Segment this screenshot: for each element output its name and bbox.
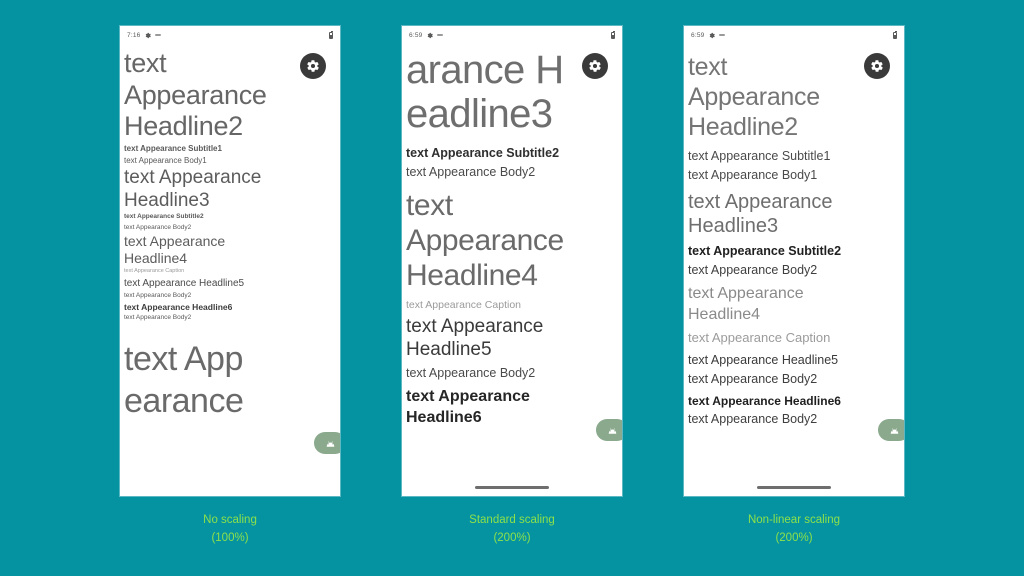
line-headline4: Headline4 xyxy=(406,258,538,292)
android-fab-button[interactable] xyxy=(596,419,622,441)
line-caption: text Appearance Caption xyxy=(406,298,521,311)
phone-screen-1: 7:16 text Appearance Headline2 text Appe… xyxy=(120,26,340,496)
line-headline5: Headline5 xyxy=(406,338,492,360)
panel-non-linear-scaling: 6:59 text Appearance Headline2 text Appe… xyxy=(684,26,904,548)
gear-icon xyxy=(710,32,716,38)
panel-standard-scaling: 6:59 arance H eadline3 text Appearance S… xyxy=(402,26,622,548)
settings-fab-button[interactable] xyxy=(864,53,890,79)
line-headline4: text Appearance xyxy=(688,284,804,302)
gear-icon xyxy=(589,60,601,72)
text-lines-3: text Appearance Headline2 text Appearanc… xyxy=(688,52,904,429)
battery-icon xyxy=(893,30,897,39)
gesture-bar[interactable] xyxy=(475,486,549,489)
caption-title: Non-linear scaling xyxy=(747,514,841,526)
line-headline6: text Appearance xyxy=(406,387,530,405)
line-headline3: eadline3 xyxy=(406,92,553,136)
line-headline1: text App xyxy=(124,339,243,378)
caption-title: No scaling xyxy=(203,514,257,526)
line-body2: text Appearance Body2 xyxy=(124,223,192,231)
line-subtitle1: text Appearance Subtitle1 xyxy=(124,143,222,153)
text-preview-list-1[interactable]: text Appearance Headline2 text Appearanc… xyxy=(120,44,340,496)
line-headline3: Headline3 xyxy=(688,214,779,237)
android-icon xyxy=(890,427,898,434)
gear-icon xyxy=(146,32,152,38)
text-lines-2: arance H eadline3 text Appearance Subtit… xyxy=(406,48,622,428)
line-body2: text Appearance Body2 xyxy=(688,412,818,427)
text-preview-list-3[interactable]: text Appearance Headline2 text Appearanc… xyxy=(684,44,904,496)
line-headline6: text Appearance Headline6 xyxy=(124,302,233,313)
text-lines-1: text Appearance Headline2 text Appearanc… xyxy=(124,48,340,423)
line-body2: text Appearance Body2 xyxy=(124,314,192,322)
status-time: 6:59 xyxy=(691,31,705,39)
settings-fab-button[interactable] xyxy=(582,53,608,79)
line-headline2: Appearance xyxy=(688,83,820,111)
battery-icon xyxy=(611,30,615,39)
line-headline4: Appearance xyxy=(406,223,564,257)
line-headline6: Headline6 xyxy=(406,408,482,426)
panel-no-scaling: 7:16 text Appearance Headline2 text Appe… xyxy=(120,26,340,548)
line-subtitle2: text Appearance Subtitle2 xyxy=(688,244,842,259)
panel-caption-2: Standard scaling (200%) xyxy=(469,512,555,548)
line-headline4: text xyxy=(406,188,453,222)
gesture-bar[interactable] xyxy=(757,486,831,489)
status-time: 6:59 xyxy=(409,31,423,39)
status-time: 7:16 xyxy=(127,31,141,39)
line-subtitle2: text Appearance Subtitle2 xyxy=(406,146,560,160)
line-headline5: text Appearance Headline5 xyxy=(124,278,245,290)
comparison-stage: 7:16 text Appearance Headline2 text Appe… xyxy=(0,0,1024,576)
phone-screen-3: 6:59 text Appearance Headline2 text Appe… xyxy=(684,26,904,496)
dash-icon xyxy=(437,34,444,36)
line-body2: text Appearance Body2 xyxy=(688,371,818,386)
line-headline5: text Appearance Headline5 xyxy=(688,353,839,368)
line-headline2: Appearance xyxy=(124,79,267,110)
line-caption: text Appearance Caption xyxy=(124,268,185,275)
line-body2: text Appearance Body2 xyxy=(406,365,536,380)
panel-caption-3: Non-linear scaling (200%) xyxy=(748,512,840,548)
line-headline3: text Appearance xyxy=(688,190,833,213)
caption-percent: (200%) xyxy=(775,531,813,544)
line-subtitle1: text Appearance Subtitle1 xyxy=(688,149,831,163)
line-headline6: text Appearance Headline6 xyxy=(688,393,841,408)
gear-icon xyxy=(428,32,434,38)
line-headline4: Headline4 xyxy=(124,250,188,267)
status-bar-3: 6:59 xyxy=(684,26,904,44)
caption-percent: (100%) xyxy=(211,531,249,544)
line-body1: text Appearance Body1 xyxy=(124,155,207,165)
android-icon xyxy=(608,427,616,434)
dash-icon xyxy=(719,34,726,36)
dash-icon xyxy=(155,34,162,36)
android-fab-button[interactable] xyxy=(314,432,340,454)
line-body1: text Appearance Body1 xyxy=(688,167,818,182)
panel-caption-1: No scaling (100%) xyxy=(203,512,257,548)
line-subtitle2: text Appearance Subtitle2 xyxy=(124,213,204,221)
gear-icon xyxy=(871,60,883,72)
line-headline3: text Appearance xyxy=(124,166,262,188)
line-body2: text Appearance Body2 xyxy=(124,291,192,299)
line-body2: text Appearance Body2 xyxy=(688,263,818,278)
line-caption: text Appearance Caption xyxy=(688,330,831,346)
text-preview-list-2[interactable]: arance H eadline3 text Appearance Subtit… xyxy=(402,44,622,496)
caption-percent: (200%) xyxy=(493,531,531,544)
line-headline4: text Appearance xyxy=(124,233,226,250)
line-headline2: Headline2 xyxy=(124,111,243,142)
line-headline2: Headline2 xyxy=(688,113,798,141)
line-headline4: Headline4 xyxy=(688,305,761,323)
android-fab-button[interactable] xyxy=(878,419,904,441)
status-bar-1: 7:16 xyxy=(120,26,340,44)
line-headline3: Headline3 xyxy=(124,189,210,211)
line-headline1: earance xyxy=(124,382,244,421)
line-body2: text Appearance Body2 xyxy=(406,164,536,179)
settings-fab-button[interactable] xyxy=(300,53,326,79)
caption-title: Standard scaling xyxy=(469,514,555,526)
line-headline5: text Appearance xyxy=(406,315,544,337)
battery-icon xyxy=(329,30,333,39)
status-bar-2: 6:59 xyxy=(402,26,622,44)
phone-screen-2: 6:59 arance H eadline3 text Appearance S… xyxy=(402,26,622,496)
gear-icon xyxy=(307,60,319,72)
android-icon xyxy=(326,440,334,447)
